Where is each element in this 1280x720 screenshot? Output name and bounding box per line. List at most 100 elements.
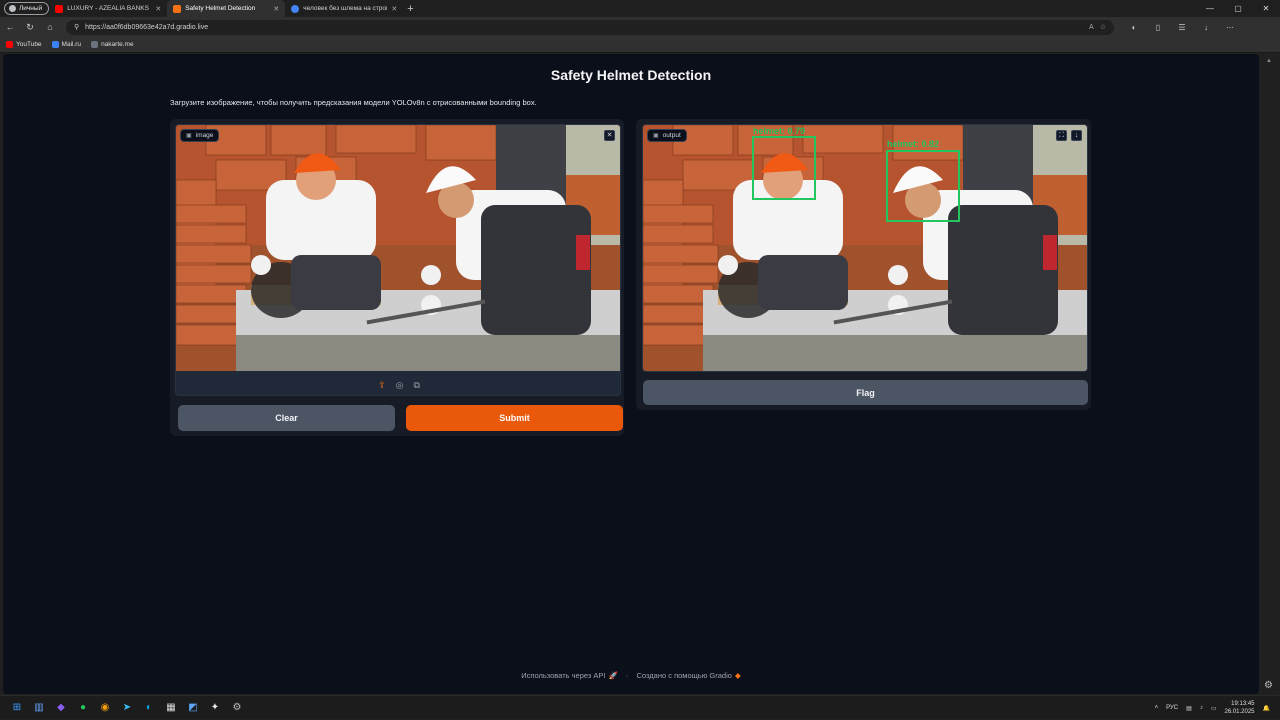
tab-title: LUXURY - AZEALIA BANKS (**OFI (67, 5, 151, 12)
close-tab-icon[interactable]: ✕ (391, 5, 397, 13)
use-via-api-link[interactable]: Использовать через API (521, 671, 605, 680)
profile-button[interactable]: Личный (4, 2, 50, 15)
app-icon[interactable]: ◆ (50, 699, 72, 717)
scroll-up-icon[interactable]: ▲ (1266, 58, 1272, 64)
clear-image-icon[interactable]: ✕ (604, 130, 615, 141)
tab-luxury[interactable]: LUXURY - AZEALIA BANKS (**OFI ✕ (49, 0, 167, 17)
image-icon: ▣ (186, 133, 192, 139)
rocket-icon: 🚀 (608, 671, 618, 680)
clear-button[interactable]: Clear (178, 405, 395, 431)
close-tab-icon[interactable]: ✕ (273, 5, 279, 13)
bookmark-label: YouTube (16, 41, 42, 48)
image-label: image (195, 132, 214, 139)
new-tab-button[interactable]: + (407, 3, 413, 15)
fullscreen-icon[interactable]: ⛶ (1056, 130, 1067, 141)
gradio-logo-icon: ◆ (734, 671, 741, 680)
page-title: Safety Helmet Detection (550, 67, 712, 83)
clipboard-icon[interactable]: ⧉ (413, 380, 419, 391)
app-icon[interactable]: ✦ (204, 699, 226, 717)
submit-button[interactable]: Submit (406, 405, 623, 431)
clock-date: 26.01.2025 (1224, 709, 1255, 715)
read-aloud-icon[interactable]: A (1089, 24, 1094, 31)
notification-bell-icon[interactable]: 🔔 (1263, 705, 1270, 712)
more-menu-icon[interactable]: ⋯ (1218, 23, 1242, 32)
flag-button[interactable]: Flag (643, 380, 1088, 405)
built-with-gradio-link[interactable]: Создано с помощью Gradio (637, 671, 732, 680)
favorites-icon[interactable]: ☰ (1170, 23, 1194, 32)
app-icon[interactable]: ● (72, 699, 94, 717)
tab-title: Safety Helmet Detection (185, 5, 256, 12)
tab-search[interactable]: человек без шлема на стройке ✕ (285, 0, 403, 17)
image-icon: ▣ (653, 133, 659, 139)
toolbar-icons: ◐ ▯ ☰ ↓ ⋯ (1122, 23, 1242, 32)
construction-photo (176, 125, 620, 371)
page-viewport: Safety Helmet Detection Загрузите изобра… (3, 54, 1259, 694)
settings-icon[interactable]: ⚙ (226, 699, 248, 717)
downloads-icon[interactable]: ↓ (1194, 23, 1218, 32)
tab-title: человек без шлема на стройке (303, 5, 388, 12)
profile-label: Личный (19, 5, 43, 12)
site-info-icon[interactable]: ⚲ (74, 23, 79, 31)
page-scrollbar[interactable]: ▲ ⚙ (1259, 54, 1280, 694)
address-bar[interactable]: ⚲ https://aa0f6db09663e42a7d.gradio.live… (66, 19, 1114, 35)
windows-taskbar: ⊞ ▥ ◆ ● ◉ ➤ ◐ ▦ ◩ ✦ ⚙ ˄ РУС ▤ ♪ ▭ 19:13:… (0, 695, 1280, 719)
upload-icon[interactable]: ⇪ (378, 380, 386, 391)
minimize-icon[interactable]: — (1196, 0, 1224, 17)
image-input[interactable]: ▣ image ✕ ⇪ ◎ ⧉ (175, 124, 621, 396)
home-icon[interactable]: ⌂ (40, 22, 60, 32)
youtube-icon (55, 4, 64, 13)
extensions-icon[interactable]: ◐ (1122, 23, 1146, 32)
tab-safety-helmet[interactable]: Safety Helmet Detection ✕ (167, 0, 286, 17)
system-tray: ˄ РУС ▤ ♪ ▭ 19:13:45 26.01.2025 🔔 (1155, 696, 1280, 720)
bookmark-label: nakarte.me (101, 41, 134, 48)
telegram-icon[interactable]: ➤ (116, 699, 138, 717)
settings-gear-icon[interactable]: ⚙ (1264, 680, 1273, 691)
back-icon[interactable]: ← (0, 22, 20, 32)
page-footer: Использовать через API 🚀 · Создано с помо… (3, 671, 1259, 680)
app-icon[interactable]: ▦ (160, 699, 182, 717)
bookmarks-bar: YouTube Mail.ru nakarte.me (0, 37, 1280, 53)
detection-label: helmet: 0.82 (887, 139, 939, 149)
input-photo (176, 125, 620, 371)
bookmark-label: Mail.ru (61, 41, 82, 48)
output-label-chip: ▣ output (647, 129, 687, 142)
webcam-icon[interactable]: ◎ (396, 380, 404, 391)
download-icon[interactable]: ↓ (1071, 130, 1082, 141)
url-text: https://aa0f6db09663e42a7d.gradio.live (85, 23, 209, 31)
address-row: ← ↻ ⌂ ⚲ https://aa0f6db09663e42a7d.gradi… (0, 17, 1280, 37)
reload-icon[interactable]: ↻ (20, 22, 40, 33)
window-controls: — ▢ ✕ (1196, 0, 1280, 17)
clock[interactable]: 19:13:45 26.01.2025 (1224, 700, 1254, 716)
edge-icon[interactable]: ◐ (138, 699, 160, 717)
footer-separator: · (625, 671, 629, 680)
mailru-icon (51, 41, 59, 48)
widgets-icon[interactable]: ▥ (28, 699, 50, 717)
output-panel: ▣ output ⛶ ↓ helmet: 0.79 helmet: 0.82 F… (636, 119, 1091, 410)
tray-chevron-icon[interactable]: ˄ (1155, 705, 1159, 711)
maximize-icon[interactable]: ▢ (1224, 0, 1252, 17)
network-icon[interactable]: ▤ (1186, 705, 1192, 712)
bookmark-nakarte[interactable]: nakarte.me (91, 41, 134, 48)
close-tab-icon[interactable]: ✕ (155, 5, 161, 13)
clock-time: 19:13:45 (1231, 701, 1255, 707)
image-source-toolbar: ⇪ ◎ ⧉ (176, 373, 620, 395)
youtube-icon (6, 41, 13, 48)
volume-icon[interactable]: ♪ (1200, 705, 1203, 711)
favorite-star-icon[interactable]: ☆ (1100, 23, 1106, 31)
bookmark-mailru[interactable]: Mail.ru (51, 41, 82, 48)
close-window-icon[interactable]: ✕ (1252, 0, 1280, 17)
detection-label: helmet: 0.79 (753, 126, 805, 136)
output-label: output (662, 132, 681, 139)
language-indicator[interactable]: РУС (1166, 705, 1178, 711)
battery-icon[interactable]: ▭ (1211, 705, 1217, 712)
image-label-chip: ▣ image (180, 129, 220, 142)
chrome-icon[interactable]: ◉ (94, 699, 116, 717)
google-icon (291, 4, 300, 13)
bookmark-youtube[interactable]: YouTube (6, 41, 42, 48)
image-output: ▣ output ⛶ ↓ helmet: 0.79 helmet: 0.82 (642, 124, 1088, 372)
split-screen-icon[interactable]: ▯ (1146, 23, 1170, 32)
app-icon[interactable]: ◩ (182, 699, 204, 717)
browser-tab-strip: Личный LUXURY - AZEALIA BANKS (**OFI ✕ S… (0, 0, 1280, 17)
start-icon[interactable]: ⊞ (6, 699, 28, 717)
profile-avatar-icon (9, 5, 16, 12)
